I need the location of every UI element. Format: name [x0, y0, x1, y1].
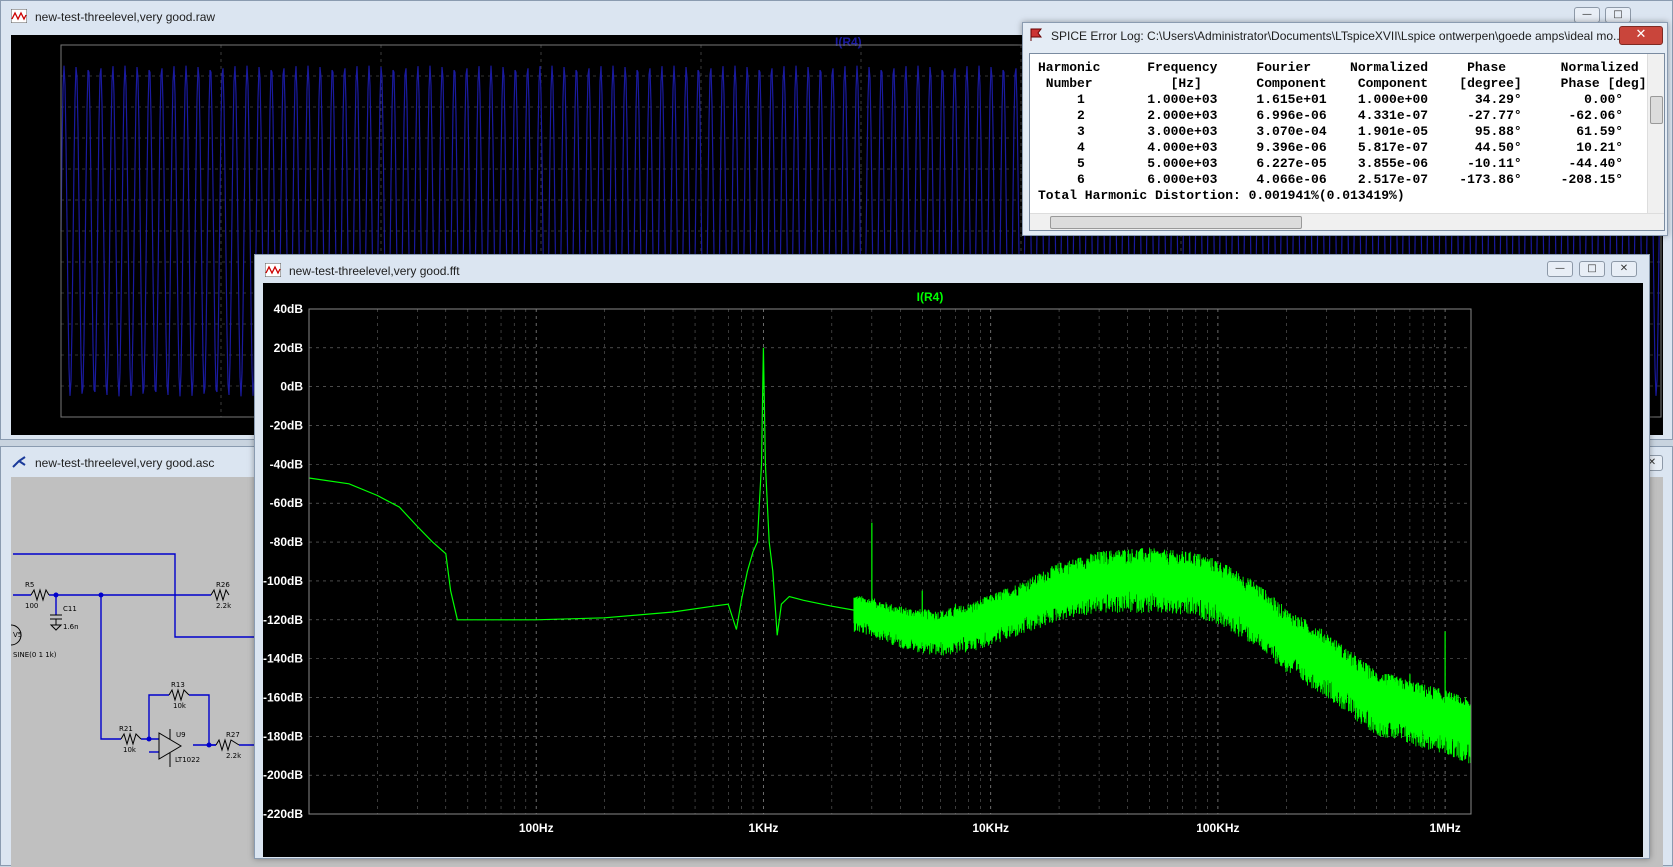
c11-value: 1.6n: [63, 623, 79, 631]
raw-y-tick-label: 6A: [40, 162, 56, 176]
r21-value: 10k: [123, 746, 137, 754]
error-log-hscrollbar[interactable]: [1030, 213, 1664, 230]
waveform-icon: [265, 263, 281, 277]
fft-y-tick-label: 20dB: [274, 341, 304, 355]
harmonic-row: 6 6.000e+03 4.066e-06 2.517e-07 -173.86°…: [1038, 172, 1624, 187]
schematic-window-title: new-test-threelevel,very good.asc: [35, 456, 215, 470]
c11-label: C11: [63, 605, 77, 613]
r26-label: R26: [216, 581, 230, 589]
fft-window[interactable]: new-test-threelevel,very good.fft — □ ✕ …: [254, 254, 1650, 859]
opamp-label: LT1022: [175, 756, 200, 764]
fft-x-tick-label: 10KHz: [972, 821, 1009, 835]
fft-y-tick-label: -80dB: [270, 535, 304, 549]
raw-y-tick-label: -6A: [36, 286, 56, 300]
fft-y-tick-label: -220dB: [263, 807, 303, 821]
r13-label: R13: [171, 681, 185, 689]
r27-value: 2.2k: [226, 752, 242, 760]
raw-y-tick-label: -3A: [36, 255, 56, 269]
fft-window-title: new-test-threelevel,very good.fft: [289, 264, 460, 278]
error-log-titlebar[interactable]: SPICE Error Log: C:\Users\Administrator\…: [1023, 23, 1667, 49]
sine-label: SINE(0 1 1k): [13, 651, 57, 659]
harmonic-row: 5 5.000e+03 6.227e-05 3.855e-06 -10.11° …: [1038, 156, 1624, 171]
raw-x-tick-label: 10ms: [206, 422, 237, 435]
spice-log-icon: [1030, 28, 1042, 41]
error-log-close-button[interactable]: ✕: [1619, 26, 1663, 45]
schematic-drawing: R5 100 C11 1.6n V5 SINE(0 1 1k) R26 2.2k…: [11, 553, 261, 767]
raw-y-tick-label: 15A: [33, 69, 55, 83]
raw-y-tick-label: -15A: [29, 379, 55, 393]
fft-y-tick-label: -100dB: [263, 574, 303, 588]
fft-restore-button[interactable]: □: [1579, 261, 1605, 277]
fft-x-tick-label: 1MHz: [1429, 821, 1460, 835]
fft-close-button[interactable]: ✕: [1611, 261, 1637, 277]
schematic-icon: [12, 456, 26, 468]
u9-label: U9: [176, 731, 186, 739]
raw-window-title: new-test-threelevel,very good.raw: [35, 10, 216, 24]
raw-y-tick-label: -12A: [29, 348, 55, 362]
fft-y-tick-label: -160dB: [263, 690, 303, 704]
fft-x-tick-label: 100Hz: [519, 821, 554, 835]
fft-plot-area[interactable]: 40dB 20dB 0dB -20dB -40dB -60dB -80dB -100dB -12…: [263, 283, 1643, 857]
r21-label: R21: [119, 725, 133, 733]
r27-label: R27: [226, 731, 240, 739]
harmonic-table: Harmonic Frequency Fourier Normalized Ph…: [1038, 60, 1647, 204]
fft-y-tick-label: -20dB: [270, 419, 304, 433]
raw-restore-button[interactable]: □: [1605, 7, 1631, 23]
r5-value: 100: [25, 602, 38, 610]
raw-y-tick-label: 12A: [33, 100, 55, 114]
hscroll-thumb[interactable]: [1050, 216, 1302, 229]
r26-value: 2.2k: [216, 602, 232, 610]
v5-label: V5: [13, 631, 22, 639]
fft-y-tick-label: -180dB: [263, 729, 303, 743]
raw-y-tick-label: 18A: [33, 38, 55, 52]
fft-background: [263, 283, 1643, 857]
raw-y-tick-label: 9A: [40, 131, 56, 145]
fft-trace-label: I(R4): [917, 290, 944, 304]
fft-y-tick-label: -40dB: [270, 457, 304, 471]
fft-window-titlebar[interactable]: new-test-threelevel,very good.fft: [255, 255, 1649, 283]
raw-y-tick-label: -9A: [36, 317, 56, 331]
harmonic-row: Harmonic Frequency Fourier Normalized Ph…: [1038, 60, 1639, 75]
fft-chart: 40dB 20dB 0dB -20dB -40dB -60dB -80dB -100dB -12…: [263, 283, 1643, 857]
waveform-icon: [11, 9, 27, 23]
fft-y-tick-label: -140dB: [263, 652, 303, 666]
r13-value: 10k: [173, 702, 187, 710]
raw-minimize-button[interactable]: —: [1574, 7, 1600, 23]
harmonic-row: Total Harmonic Distortion: 0.001941%(0.0…: [1038, 188, 1405, 203]
error-log-title: SPICE Error Log: C:\Users\Administrator\…: [1051, 29, 1624, 43]
fft-x-tick-label: 100KHz: [1196, 821, 1239, 835]
harmonic-row: Number [Hz] Component Component [degree]…: [1038, 76, 1647, 91]
fft-x-tick-label: 1KHz: [748, 821, 778, 835]
error-log-content[interactable]: Harmonic Frequency Fourier Normalized Ph…: [1029, 53, 1665, 231]
vscroll-thumb[interactable]: [1650, 96, 1663, 124]
raw-y-tick-label: 3A: [40, 193, 56, 207]
harmonic-row: 2 2.000e+03 6.996e-06 4.331e-07 -27.77° …: [1038, 108, 1624, 123]
harmonic-row: 3 3.000e+03 3.070e-04 1.901e-05 95.88° 6…: [1038, 124, 1624, 139]
fft-y-tick-label: -120dB: [263, 613, 303, 627]
raw-x-tick-label: 0ms: [49, 422, 73, 435]
error-log-window[interactable]: SPICE Error Log: C:\Users\Administrator\…: [1022, 22, 1668, 236]
r5-label: R5: [25, 581, 34, 589]
harmonic-row: 4 4.000e+03 9.396e-06 5.817e-07 44.50° 1…: [1038, 140, 1624, 155]
fft-y-tick-label: -200dB: [263, 768, 303, 782]
fft-y-tick-label: 0dB: [280, 380, 303, 394]
error-log-vscrollbar[interactable]: [1647, 54, 1664, 214]
fft-y-tick-label: 40dB: [274, 302, 304, 316]
harmonic-row: 1 1.000e+03 1.615e+01 1.000e+00 34.29° 0…: [1038, 92, 1624, 107]
fft-y-tick-label: -60dB: [270, 496, 304, 510]
raw-y-tick-label: 0A: [40, 224, 56, 238]
fft-minimize-button[interactable]: —: [1547, 261, 1573, 277]
